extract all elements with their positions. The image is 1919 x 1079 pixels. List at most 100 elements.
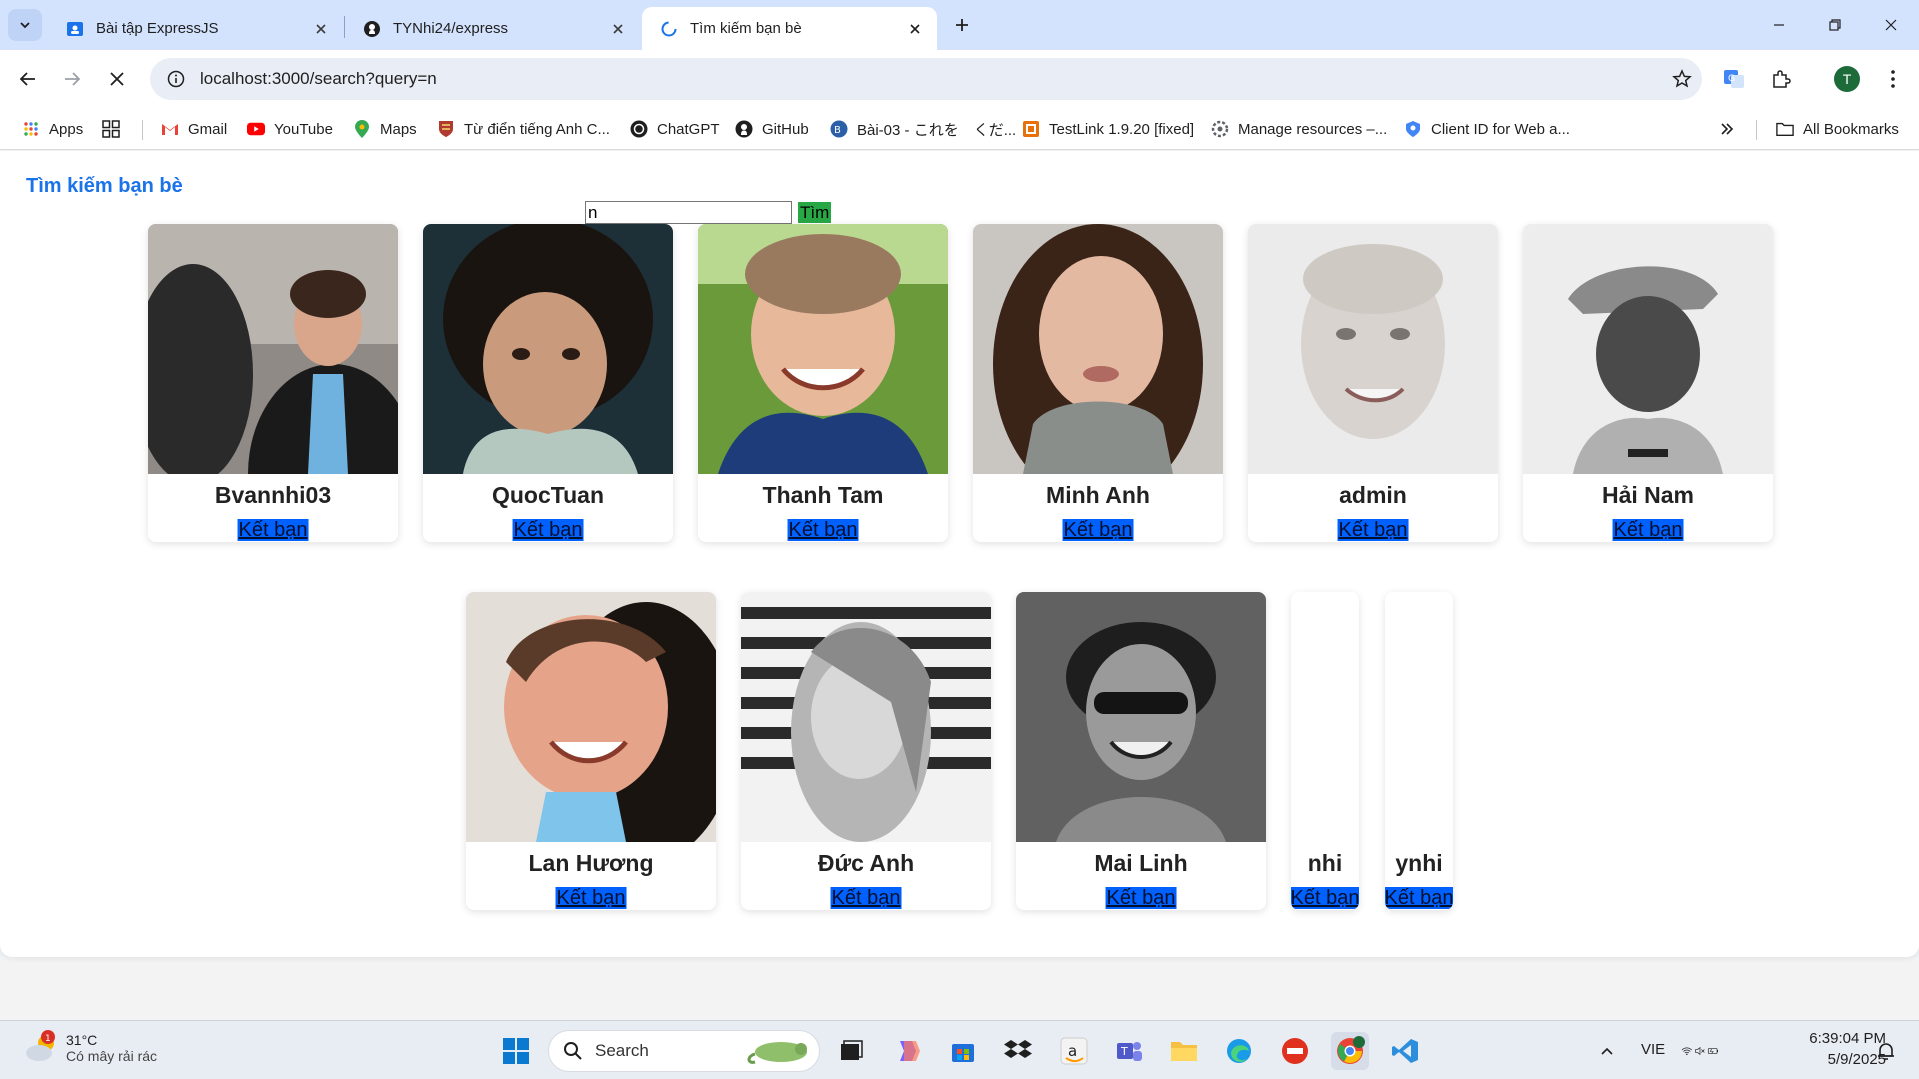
add-friend-button[interactable]: Kết bạn bbox=[1337, 519, 1409, 541]
file-explorer-button[interactable] bbox=[1165, 1032, 1203, 1070]
add-friend-button[interactable]: Kết bạn bbox=[787, 519, 859, 541]
edge-button[interactable] bbox=[1220, 1032, 1258, 1070]
tab-search-button[interactable] bbox=[8, 9, 42, 41]
folder-icon bbox=[1171, 1042, 1197, 1061]
bookmark-maps[interactable]: Maps bbox=[353, 117, 417, 141]
back-button[interactable] bbox=[12, 63, 44, 95]
app-red-button[interactable] bbox=[1276, 1032, 1314, 1070]
add-friend-button[interactable]: Kết bạn bbox=[1062, 519, 1134, 541]
bookmark-label: ChatGPT bbox=[657, 120, 720, 138]
svg-text:G: G bbox=[1728, 74, 1735, 84]
weather-widget[interactable]: 1 31°C Có mây rải rác bbox=[22, 1029, 157, 1067]
bookmark-cambridge-dictionary[interactable]: Từ điển tiếng Anh C... bbox=[437, 117, 610, 141]
network-volume-battery-button[interactable] bbox=[1681, 1032, 1719, 1070]
shield-icon bbox=[1404, 120, 1422, 138]
profile-avatar[interactable]: T bbox=[1834, 66, 1860, 92]
teams-button[interactable]: T bbox=[1110, 1032, 1148, 1070]
address-bar[interactable]: localhost:3000/search?query=n bbox=[150, 58, 1702, 100]
add-friend-button[interactable]: Kết bạn bbox=[1612, 519, 1684, 541]
show-hidden-icons-button[interactable] bbox=[1588, 1032, 1626, 1070]
bookmark-bai03[interactable]: B Bài-03 - これを くだ... bbox=[830, 117, 1016, 141]
close-icon[interactable] bbox=[608, 19, 628, 39]
friend-name: Minh Anh bbox=[1046, 482, 1150, 508]
close-icon[interactable] bbox=[311, 19, 331, 39]
bookmark-label: Gmail bbox=[188, 120, 228, 138]
friend-name: Đức Anh bbox=[817, 850, 915, 876]
add-friend-button[interactable]: Kết bạn bbox=[1385, 887, 1453, 909]
copilot-button[interactable] bbox=[889, 1032, 927, 1070]
chrome-button[interactable] bbox=[1331, 1032, 1369, 1070]
vscode-button[interactable] bbox=[1386, 1032, 1424, 1070]
bookmark-tab-groups[interactable] bbox=[102, 117, 129, 141]
search-button[interactable]: Tìm bbox=[798, 202, 832, 223]
bookmark-label: Apps bbox=[49, 120, 84, 138]
close-icon bbox=[110, 72, 124, 86]
task-view-icon bbox=[841, 1040, 863, 1060]
add-friend-button[interactable]: Kết bạn bbox=[830, 887, 902, 909]
chameleon-icon bbox=[747, 1042, 807, 1064]
bookmark-testlink[interactable]: TestLink 1.9.20 [fixed] bbox=[1022, 117, 1194, 141]
bookmark-chatgpt[interactable]: ChatGPT bbox=[630, 117, 720, 141]
translate-button[interactable]: G bbox=[1718, 63, 1750, 95]
bookmark-github[interactable]: GitHub bbox=[735, 117, 809, 141]
restore-button[interactable] bbox=[1807, 0, 1863, 50]
minimize-button[interactable] bbox=[1751, 0, 1807, 50]
github-icon bbox=[363, 20, 381, 38]
forward-button[interactable] bbox=[56, 63, 88, 95]
search-input[interactable] bbox=[585, 201, 792, 224]
tab-1[interactable]: Bài tập ExpressJS bbox=[48, 7, 343, 50]
friend-name: Bvannhi03 bbox=[214, 482, 332, 508]
browser-toolbar: localhost:3000/search?query=n G T bbox=[0, 50, 1919, 108]
new-tab-button[interactable] bbox=[949, 12, 975, 38]
svg-text:B: B bbox=[834, 125, 841, 136]
svg-text:a: a bbox=[1068, 1042, 1077, 1060]
add-friend-button[interactable]: Kết bạn bbox=[1291, 887, 1359, 909]
bookmark-star-icon[interactable] bbox=[1662, 69, 1702, 89]
search-form: Tìm bbox=[585, 201, 832, 224]
bookmark-client-id[interactable]: Client ID for Web a... bbox=[1404, 117, 1570, 141]
dropbox-button[interactable] bbox=[999, 1032, 1037, 1070]
url-text[interactable]: localhost:3000/search?query=n bbox=[200, 69, 1662, 89]
stop-loading-button[interactable] bbox=[101, 63, 133, 95]
add-friend-button[interactable]: Kết bạn bbox=[237, 519, 309, 541]
extensions-button[interactable] bbox=[1765, 63, 1797, 95]
chevron-up-icon bbox=[1601, 1047, 1613, 1055]
close-icon bbox=[1885, 19, 1897, 31]
amazon-button[interactable]: a bbox=[1055, 1032, 1093, 1070]
bookmark-youtube[interactable]: YouTube bbox=[247, 117, 333, 141]
svg-text:T: T bbox=[1120, 1045, 1128, 1058]
weather-description: Có mây rải rác bbox=[66, 1048, 158, 1064]
weather-temperature: 31°C bbox=[66, 1032, 98, 1048]
add-friend-button[interactable]: Kết bạn bbox=[1105, 887, 1177, 909]
info-icon[interactable] bbox=[156, 58, 196, 100]
friend-photo bbox=[423, 224, 673, 474]
tab-2[interactable]: TYNhi24/express bbox=[345, 7, 640, 50]
bookmark-gmail[interactable]: Gmail bbox=[161, 117, 227, 141]
friend-card: ynhi Kết bạn bbox=[1385, 592, 1453, 910]
close-window-button[interactable] bbox=[1863, 0, 1919, 50]
more-bookmarks-button[interactable] bbox=[1720, 117, 1734, 141]
friend-card: admin Kết bạn bbox=[1248, 224, 1498, 542]
store-button[interactable] bbox=[944, 1032, 982, 1070]
tab-3-active[interactable]: Tìm kiếm bạn bè bbox=[642, 7, 937, 50]
notifications-button[interactable] bbox=[1867, 1032, 1905, 1070]
bell-icon bbox=[1878, 1043, 1894, 1060]
start-button[interactable] bbox=[497, 1032, 535, 1070]
close-icon[interactable] bbox=[905, 19, 925, 39]
add-friend-button[interactable]: Kết bạn bbox=[512, 519, 584, 541]
task-view-button[interactable] bbox=[832, 1032, 870, 1070]
wifi-icon bbox=[1681, 1046, 1719, 1056]
bookmark-apps[interactable]: Apps bbox=[22, 117, 83, 141]
add-friend-button[interactable]: Kết bạn bbox=[555, 887, 627, 909]
plus-icon bbox=[956, 19, 968, 31]
menu-button[interactable] bbox=[1877, 63, 1909, 95]
friend-name: ynhi bbox=[1395, 850, 1443, 876]
copilot-icon bbox=[900, 1041, 920, 1061]
cambridge-shield-icon bbox=[437, 120, 455, 138]
input-language[interactable]: VIE bbox=[1641, 1041, 1665, 1058]
all-bookmarks[interactable]: All Bookmarks bbox=[1776, 117, 1899, 141]
taskbar-search[interactable]: Search bbox=[548, 1030, 820, 1072]
arrow-right-icon bbox=[65, 72, 81, 86]
bookmark-label: Manage resources –... bbox=[1238, 120, 1388, 138]
bookmark-manage-resources[interactable]: Manage resources –... bbox=[1211, 117, 1387, 141]
